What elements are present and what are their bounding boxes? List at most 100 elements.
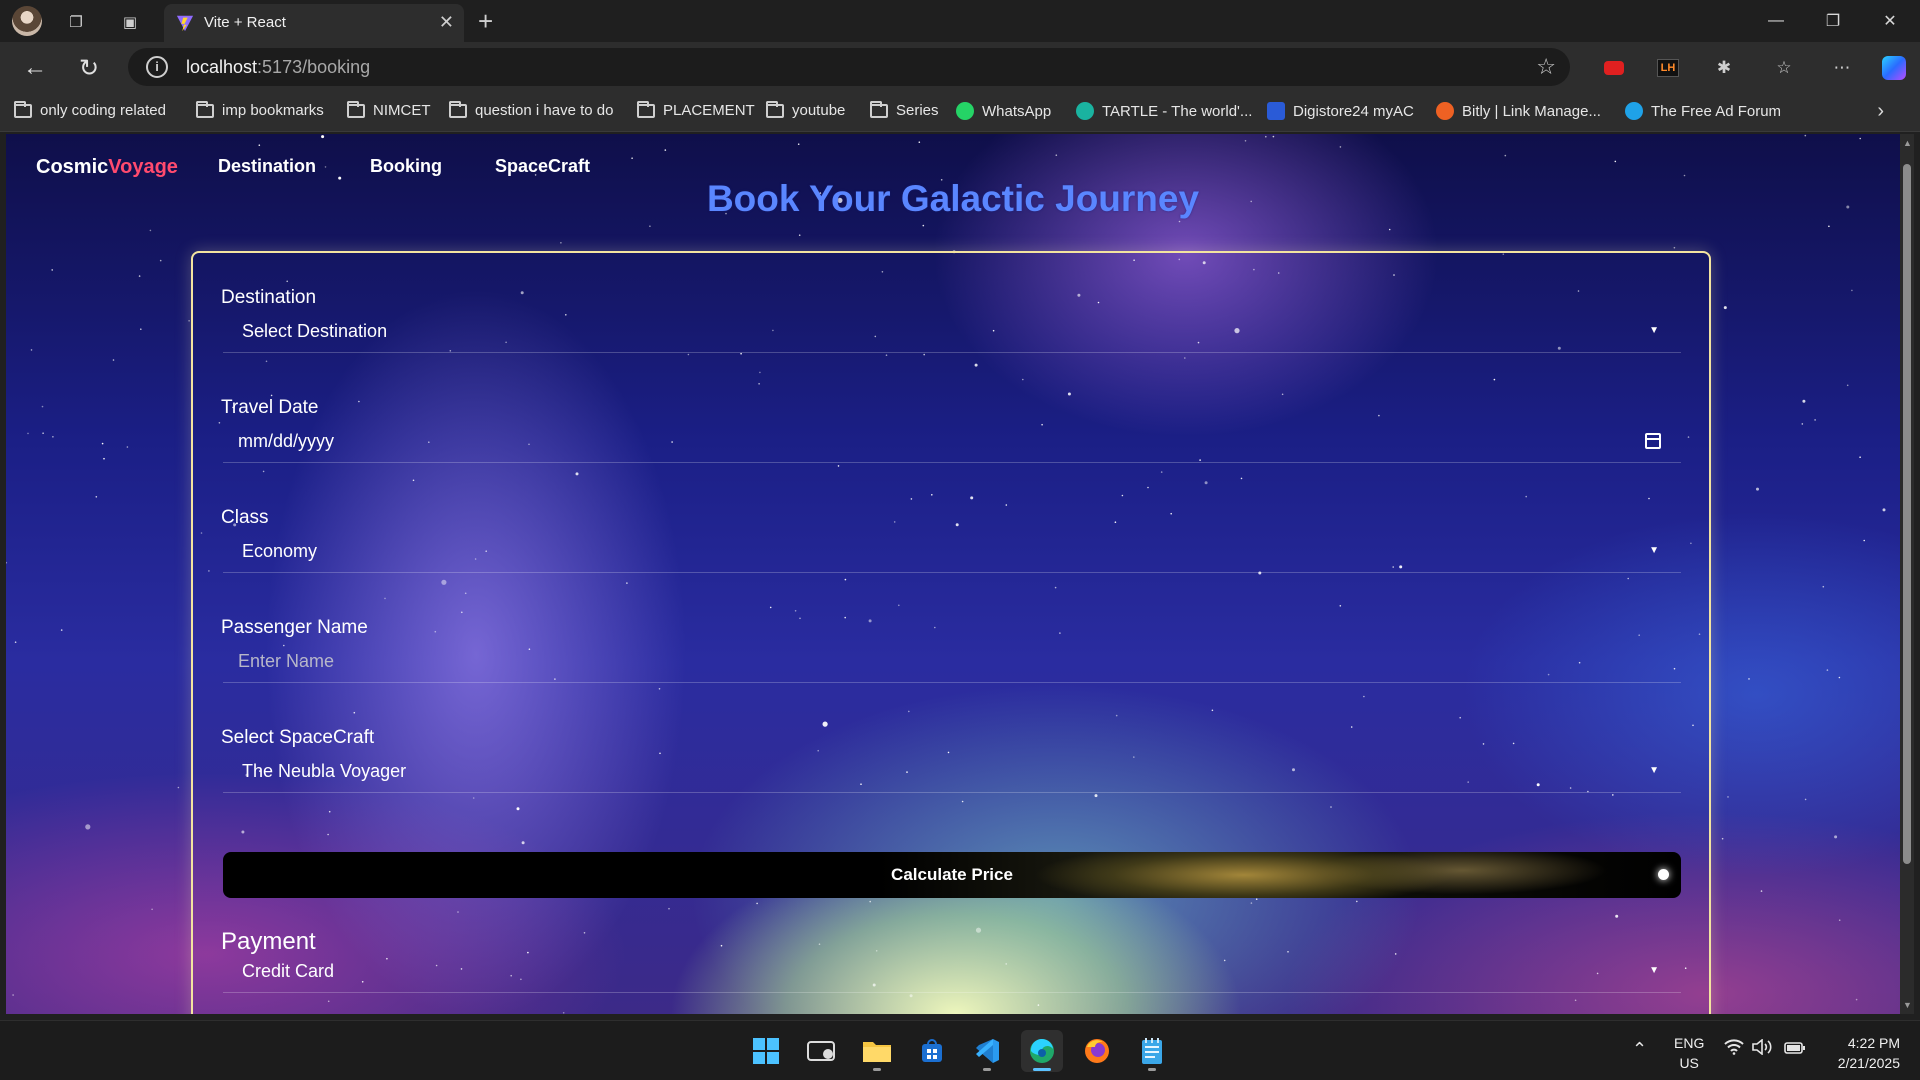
- file-explorer-icon[interactable]: [856, 1030, 898, 1072]
- payment-method-value: Credit Card: [242, 961, 335, 981]
- star: [1822, 585, 1825, 588]
- bookmark-tartle[interactable]: TARTLE - The world'...: [1076, 102, 1252, 120]
- back-icon[interactable]: ←: [18, 51, 52, 85]
- browser-tab[interactable]: Vite + React ✕: [164, 4, 464, 42]
- star: [149, 229, 152, 232]
- bookmark-imp-bookmarks[interactable]: imp bookmarks: [196, 100, 324, 119]
- chevron-right-icon[interactable]: ›: [1877, 100, 1884, 123]
- bookmark-series[interactable]: Series: [870, 100, 939, 119]
- vscode-icon[interactable]: [966, 1030, 1008, 1072]
- edge-icon[interactable]: [1021, 1030, 1063, 1072]
- booking-form: Destination Select Destination ▼ Travel …: [191, 251, 1711, 1014]
- nav-destination[interactable]: Destination: [218, 156, 316, 177]
- nav-booking[interactable]: Booking: [370, 156, 442, 177]
- input-language[interactable]: ENG US: [1674, 1033, 1704, 1073]
- star: [798, 234, 801, 236]
- scroll-down-icon[interactable]: ▼: [1903, 1000, 1912, 1010]
- notepad-icon[interactable]: [1131, 1030, 1173, 1072]
- star: [126, 446, 129, 448]
- app-logo[interactable]: CosmicVoyage: [36, 156, 178, 179]
- star: [12, 994, 14, 996]
- class-select[interactable]: Economy ▼: [223, 533, 1681, 573]
- system-clock[interactable]: 4:22 PM 2/21/2025: [1826, 1033, 1900, 1073]
- bookmarks-bar: only coding related imp bookmarks NIMCET…: [0, 92, 1920, 132]
- calendar-icon[interactable]: [1645, 433, 1661, 449]
- minimize-icon[interactable]: —: [1756, 6, 1796, 36]
- destination-select[interactable]: Select Destination ▼: [223, 313, 1681, 353]
- firefox-icon[interactable]: [1076, 1030, 1118, 1072]
- class-value: Economy: [242, 541, 318, 561]
- wifi-icon[interactable]: [1724, 1039, 1744, 1060]
- star: [101, 442, 104, 445]
- page-title: Book Your Galactic Journey: [706, 178, 1200, 219]
- class-label: Class: [221, 507, 269, 528]
- star: [177, 786, 180, 789]
- bookmark-only-coding[interactable]: only coding related: [14, 100, 166, 119]
- star: [922, 224, 925, 227]
- payment-method-select[interactable]: Credit Card ▼: [223, 953, 1681, 993]
- travel-date-input[interactable]: mm/dd/yyyy: [223, 423, 1681, 463]
- profile-avatar[interactable]: [12, 6, 42, 36]
- star: [103, 457, 105, 460]
- store-icon[interactable]: [911, 1030, 953, 1072]
- puzzle-icon[interactable]: ✱: [1710, 54, 1738, 82]
- star: [1826, 669, 1829, 671]
- spacecraft-value: The Neubla Voyager: [242, 761, 407, 781]
- vertical-tabs-icon[interactable]: ▣: [116, 8, 144, 36]
- nav-spacecraft[interactable]: SpaceCraft: [495, 156, 590, 177]
- star: [1863, 539, 1865, 542]
- url-text[interactable]: localhost:5173/booking: [186, 57, 370, 78]
- workspaces-icon[interactable]: ❐: [62, 8, 90, 36]
- star: [1814, 419, 1816, 421]
- start-icon[interactable]: [745, 1030, 787, 1072]
- star: [1859, 456, 1861, 459]
- scrollbar-thumb[interactable]: [1903, 164, 1911, 864]
- destination-value: Select Destination: [242, 321, 388, 341]
- reload-icon[interactable]: ↻: [72, 51, 106, 85]
- folder-icon: [766, 100, 784, 118]
- bookmark-whatsapp[interactable]: WhatsApp: [956, 102, 1051, 120]
- passenger-name-input[interactable]: Enter Name: [223, 643, 1681, 683]
- folder-icon: [196, 100, 214, 118]
- page-scrollbar[interactable]: ▲ ▼: [1900, 134, 1914, 1014]
- widgets-icon[interactable]: [800, 1030, 842, 1072]
- restore-icon[interactable]: ❐: [1813, 6, 1853, 36]
- site-info-icon[interactable]: i: [146, 56, 168, 78]
- glow-dot: [1658, 869, 1669, 880]
- star: [1178, 220, 1181, 223]
- favorite-star-icon[interactable]: ☆: [1536, 54, 1556, 80]
- bookmark-question[interactable]: question i have to do: [449, 100, 613, 119]
- bookmark-bitly[interactable]: Bitly | Link Manage...: [1436, 102, 1601, 120]
- calculate-price-button[interactable]: Calculate Price: [223, 852, 1681, 898]
- bookmark-free-ad-forum[interactable]: The Free Ad Forum: [1625, 102, 1781, 120]
- star: [95, 496, 98, 498]
- favorites-icon[interactable]: ☆: [1770, 54, 1798, 82]
- bookmark-digistore[interactable]: Digistore24 myAC: [1267, 102, 1414, 120]
- new-tab-icon[interactable]: +: [478, 6, 493, 37]
- address-bar[interactable]: i localhost:5173/booking ☆: [128, 48, 1570, 86]
- spacecraft-select[interactable]: The Neubla Voyager ▼: [223, 753, 1681, 793]
- bookmark-placement[interactable]: PLACEMENT: [637, 100, 755, 119]
- passenger-name-placeholder: Enter Name: [238, 651, 335, 671]
- chevron-down-icon: ▼: [1649, 545, 1659, 556]
- star: [188, 320, 190, 322]
- star: [1828, 225, 1830, 228]
- battery-icon[interactable]: [1784, 1039, 1806, 1060]
- chevron-up-icon[interactable]: ⌃: [1632, 1039, 1647, 1060]
- copilot-icon[interactable]: [1880, 54, 1908, 82]
- bookmark-youtube[interactable]: youtube: [766, 100, 845, 119]
- travel-date-label: Travel Date: [221, 397, 319, 418]
- window-close-icon[interactable]: ✕: [1870, 6, 1910, 36]
- lh-ext-icon[interactable]: LH: [1654, 54, 1682, 82]
- star: [1804, 798, 1807, 801]
- youtube-ext-icon[interactable]: [1600, 54, 1628, 82]
- tab-close-icon[interactable]: ✕: [439, 12, 454, 33]
- star: [1756, 487, 1759, 491]
- bookmark-nimcet[interactable]: NIMCET: [347, 100, 431, 119]
- more-icon[interactable]: ⋯: [1828, 54, 1856, 82]
- calculate-price-label: Calculate Price: [891, 865, 1013, 884]
- folder-icon: [14, 100, 32, 118]
- volume-icon[interactable]: [1752, 1038, 1774, 1060]
- star: [159, 259, 162, 262]
- scroll-up-icon[interactable]: ▲: [1903, 138, 1912, 148]
